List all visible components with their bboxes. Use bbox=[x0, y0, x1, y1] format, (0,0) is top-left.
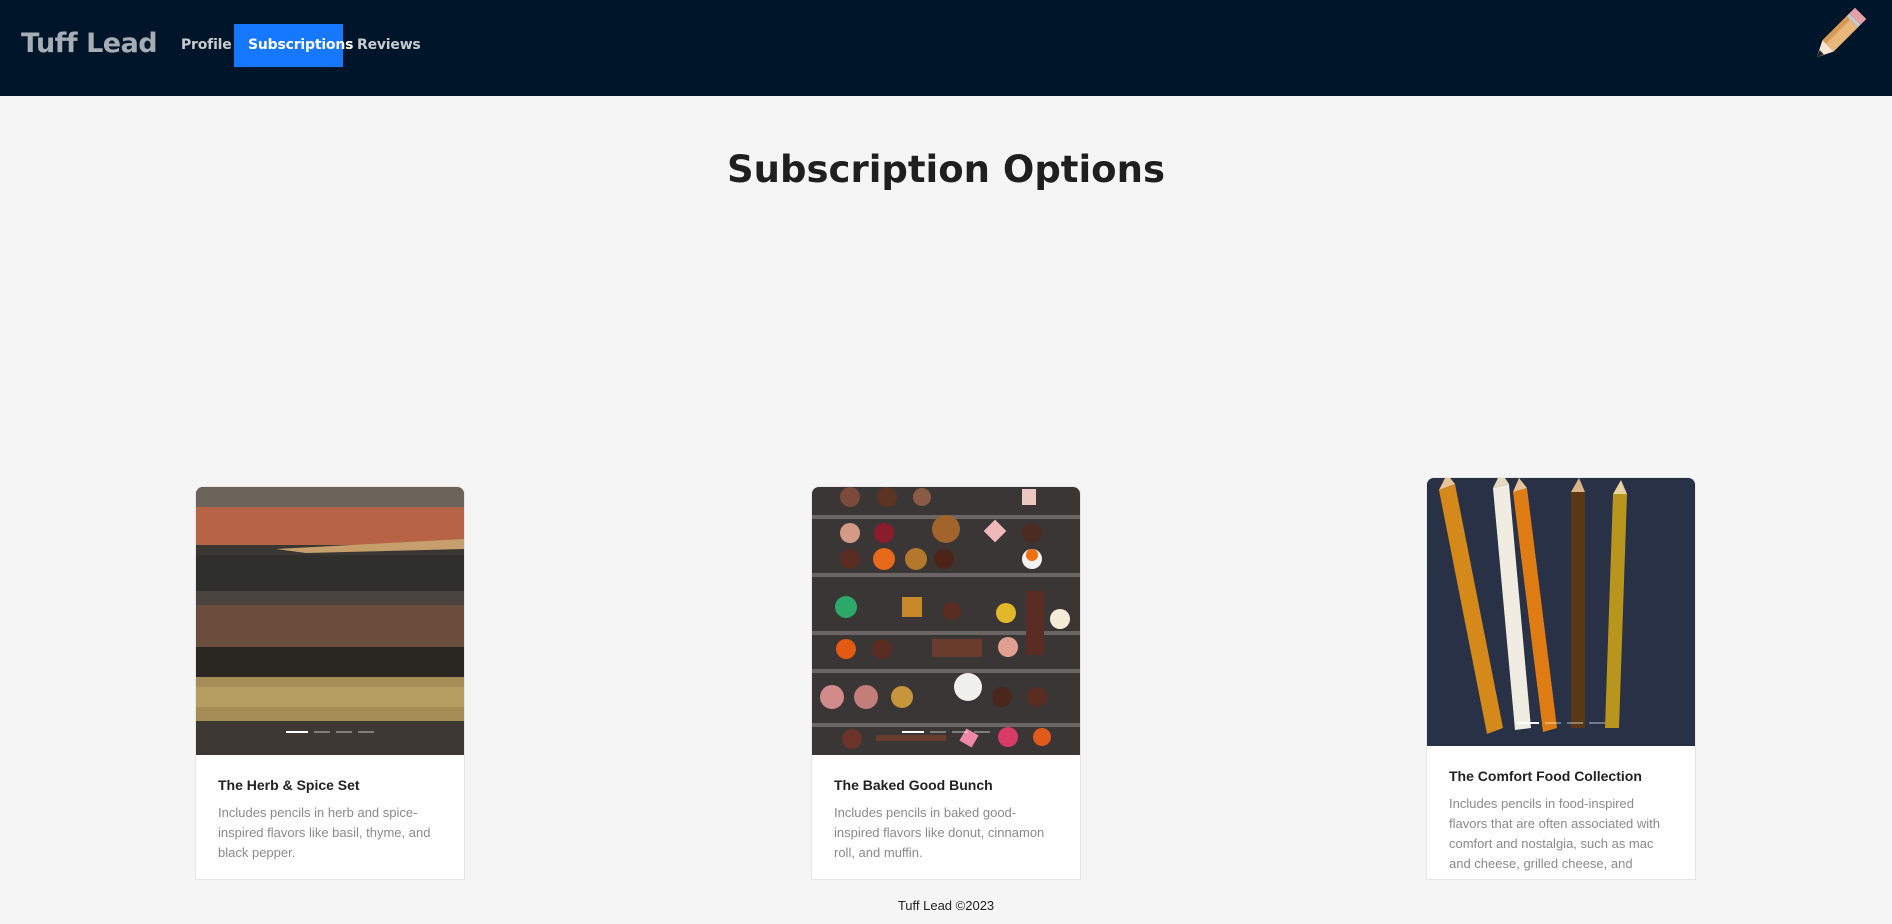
subscription-card-baked-good[interactable]: The Baked Good Bunch Includes pencils in… bbox=[811, 486, 1081, 880]
pencil-icon[interactable] bbox=[1808, 6, 1868, 66]
textured-pencils-image bbox=[196, 487, 464, 755]
subscription-card-comfort-food[interactable]: The Comfort Food Collection Includes pen… bbox=[1426, 477, 1696, 880]
card-title: The Baked Good Bunch bbox=[834, 777, 993, 793]
carousel-dots bbox=[812, 731, 1080, 733]
card-description: Includes pencils in baked good-inspired … bbox=[834, 805, 1045, 860]
carousel-dot[interactable] bbox=[902, 731, 924, 733]
card-description: Includes pencils in herb and spice-inspi… bbox=[218, 805, 431, 860]
top-navigation-bar: Tuff Lead Profile Subscriptions Reviews bbox=[0, 0, 1892, 96]
carousel-dot[interactable] bbox=[1517, 722, 1539, 724]
carousel-dot[interactable] bbox=[1545, 722, 1561, 724]
nav-item-reviews[interactable]: Reviews bbox=[343, 24, 435, 67]
carousel-dot[interactable] bbox=[336, 731, 352, 733]
card-title: The Comfort Food Collection bbox=[1449, 768, 1642, 784]
carousel-dots bbox=[1427, 722, 1695, 724]
carousel-dots bbox=[196, 731, 464, 733]
subscription-card-herb-spice[interactable]: The Herb & Spice Set Includes pencils in… bbox=[195, 486, 465, 880]
carousel-dot[interactable] bbox=[974, 731, 990, 733]
chocolate-box-image bbox=[812, 487, 1080, 755]
carousel-dot[interactable] bbox=[358, 731, 374, 733]
carousel-dot[interactable] bbox=[952, 731, 968, 733]
brand-logo-text[interactable]: Tuff Lead bbox=[21, 28, 158, 59]
carousel-dot[interactable] bbox=[314, 731, 330, 733]
page-title: Subscription Options bbox=[727, 148, 1165, 191]
carousel-dot[interactable] bbox=[286, 731, 308, 733]
colored-pencils-image bbox=[1427, 478, 1695, 746]
carousel-dot[interactable] bbox=[1567, 722, 1583, 724]
footer: Tuff Lead ©2023 bbox=[897, 898, 995, 913]
card-description: Includes pencils in food-inspired flavor… bbox=[1449, 796, 1661, 879]
carousel-dot[interactable] bbox=[930, 731, 946, 733]
carousel-dot[interactable] bbox=[1589, 722, 1605, 724]
card-title: The Herb & Spice Set bbox=[218, 777, 360, 793]
nav-item-subscriptions[interactable]: Subscriptions bbox=[234, 24, 353, 67]
